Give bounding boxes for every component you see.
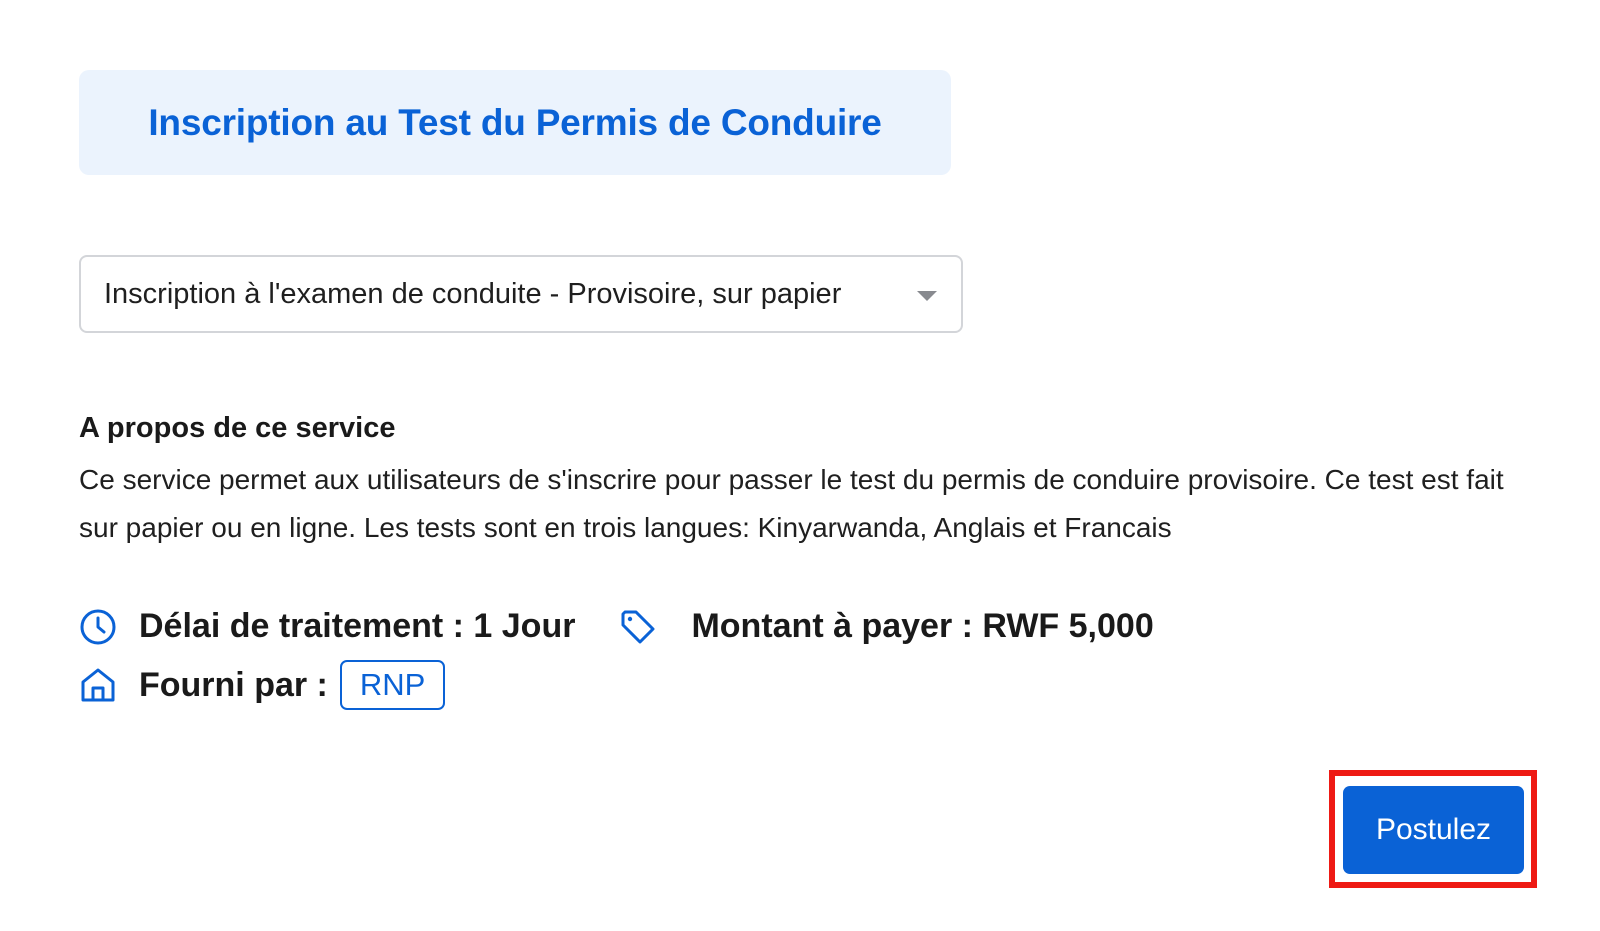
meta-row-provider: Fourni par : RNP (79, 660, 446, 710)
provider-badge[interactable]: RNP (339, 660, 446, 710)
amount-to-pay: Montant à payer : RWF 5,000 (691, 607, 1154, 645)
service-select[interactable]: Inscription à l'examen de conduite - Pro… (79, 255, 963, 333)
service-select-value: Inscription à l'examen de conduite - Pro… (104, 277, 842, 310)
about-description: Ce service permet aux utilisateurs de s'… (79, 464, 1504, 543)
provider-label: Fourni par : (139, 665, 328, 704)
page-title: Inscription au Test du Permis de Conduir… (148, 101, 882, 143)
service-page: Inscription au Test du Permis de Conduir… (0, 0, 1600, 931)
tag-icon (619, 608, 657, 646)
meta-row-details: Délai de traitement : 1 Jour Montant à p… (79, 607, 1154, 646)
about-heading: A propos de ce service (79, 412, 396, 444)
apply-button[interactable]: Postulez (1343, 786, 1524, 874)
processing-time: Délai de traitement : 1 Jour (139, 607, 576, 645)
title-banner: Inscription au Test du Permis de Conduir… (79, 70, 951, 175)
chevron-down-icon (917, 291, 937, 301)
clock-icon (79, 608, 117, 646)
home-icon (79, 666, 117, 704)
